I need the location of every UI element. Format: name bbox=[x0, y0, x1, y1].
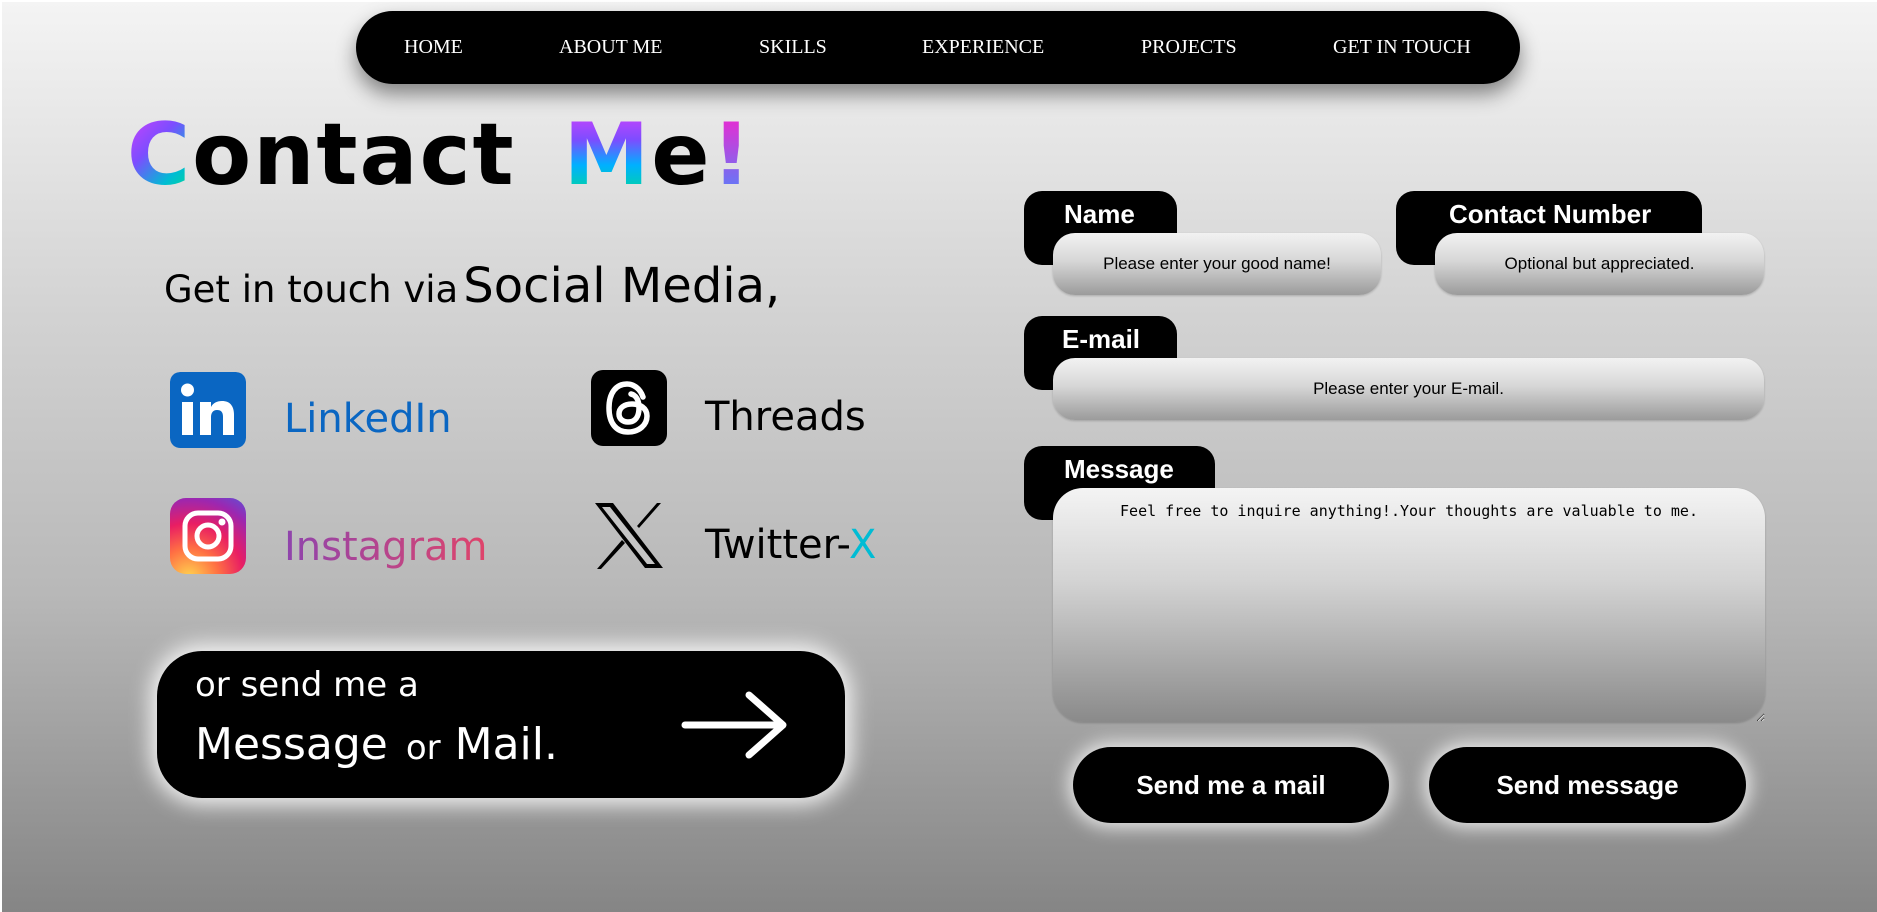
social-heading-prefix: Get in touch via bbox=[164, 268, 459, 311]
instagram-label: Instagram bbox=[284, 524, 488, 570]
message-textarea[interactable] bbox=[1053, 488, 1765, 722]
send-message-button[interactable]: Send message bbox=[1429, 747, 1746, 823]
title-exclaim: ! bbox=[711, 105, 753, 205]
twitter-x-link[interactable]: Twitter-X bbox=[591, 498, 891, 574]
nav-about-me[interactable]: ABOUT ME bbox=[559, 11, 663, 84]
instagram-icon bbox=[170, 498, 246, 574]
x-icon bbox=[595, 503, 663, 569]
social-heading-emphasis: Social Media, bbox=[463, 258, 781, 314]
instagram-link[interactable]: Instagram bbox=[170, 498, 500, 574]
send-message-or-mail-cta[interactable]: or send me a Message or Mail. bbox=[157, 651, 845, 798]
send-cta-message: Message bbox=[195, 719, 388, 770]
twitter-label-main: Twitter- bbox=[705, 522, 849, 568]
nav-projects[interactable]: PROJECTS bbox=[1141, 11, 1237, 84]
title-letter-c: C bbox=[127, 105, 193, 205]
title-letter-m: M bbox=[563, 105, 652, 205]
send-cta-mail: Mail. bbox=[454, 719, 558, 770]
twitter-label: Twitter-X bbox=[705, 520, 876, 570]
send-mail-button[interactable]: Send me a mail bbox=[1073, 747, 1389, 823]
send-cta-line2: Message or Mail. bbox=[195, 719, 558, 770]
nav-experience[interactable]: EXPERIENCE bbox=[922, 11, 1044, 84]
contact-number-input[interactable] bbox=[1435, 233, 1764, 295]
linkedin-label: LinkedIn bbox=[284, 396, 452, 442]
twitter-label-x: X bbox=[848, 522, 877, 568]
name-input[interactable] bbox=[1053, 233, 1381, 295]
page-title: Contact Me! bbox=[127, 105, 753, 205]
send-cta-line1: or send me a bbox=[195, 665, 419, 705]
top-nav: HOME ABOUT ME SKILLS EXPERIENCE PROJECTS… bbox=[356, 11, 1520, 84]
arrow-right-icon bbox=[681, 691, 787, 759]
threads-icon bbox=[591, 370, 667, 446]
threads-label: Threads bbox=[705, 394, 866, 440]
nav-home[interactable]: HOME bbox=[404, 11, 463, 84]
send-cta-or: or bbox=[405, 728, 441, 768]
email-input[interactable] bbox=[1053, 358, 1764, 420]
linkedin-link[interactable]: LinkedIn bbox=[170, 372, 470, 448]
page-top-edge bbox=[0, 0, 1877, 2]
nav-get-in-touch[interactable]: GET IN TOUCH bbox=[1333, 11, 1471, 84]
page-left-edge bbox=[0, 0, 2, 912]
title-word-ontact: ontact bbox=[192, 105, 516, 205]
social-heading: Get in touch via Social Media, bbox=[164, 256, 780, 327]
threads-link[interactable]: Threads bbox=[591, 370, 881, 446]
title-letter-e: e bbox=[651, 105, 712, 205]
nav-skills[interactable]: SKILLS bbox=[759, 11, 827, 84]
linkedin-icon bbox=[170, 372, 246, 448]
